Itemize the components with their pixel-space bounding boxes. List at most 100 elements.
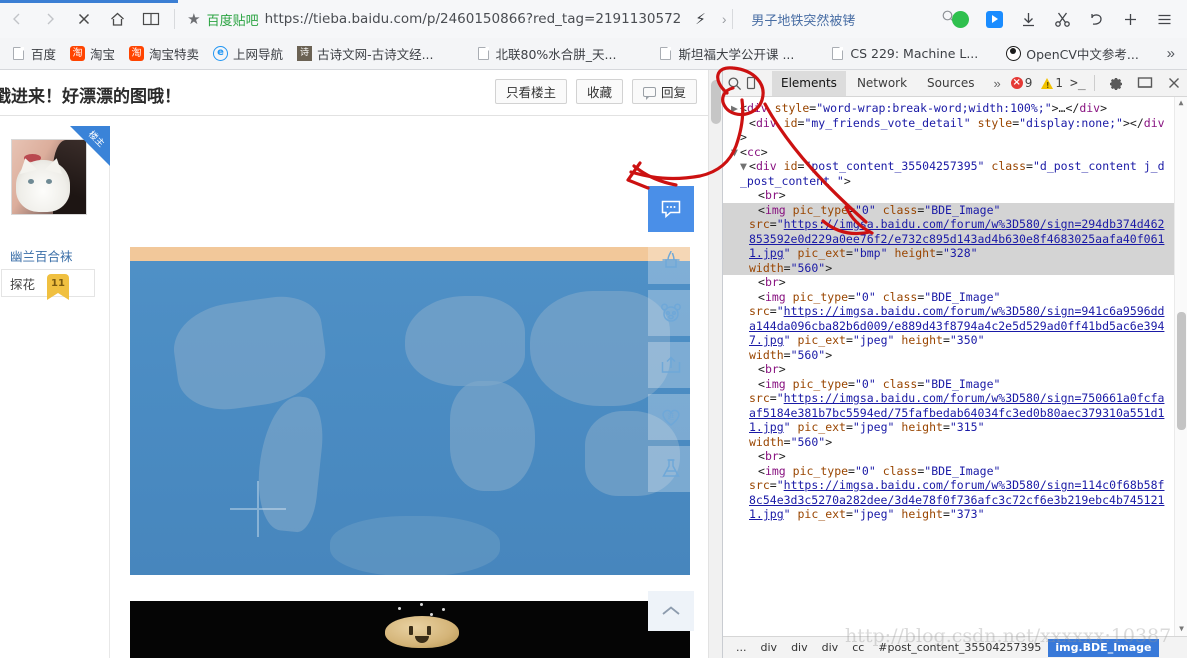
dom-node[interactable]: ▼ <cc>	[723, 145, 1187, 160]
tab-sources[interactable]: Sources	[918, 71, 983, 96]
only-author-button[interactable]: 只看楼主	[494, 79, 567, 104]
menu-icon[interactable]	[1147, 0, 1181, 38]
back-button[interactable]	[0, 0, 34, 38]
page-scrollbar-thumb[interactable]	[711, 80, 721, 124]
console-drawer-icon[interactable]: >_	[1070, 76, 1086, 91]
download-icon[interactable]	[1011, 0, 1045, 38]
dom-punct: >	[843, 173, 851, 188]
post-image-map[interactable]	[130, 247, 690, 575]
bookmark-item[interactable]: OpenCV中文参考...	[999, 41, 1146, 67]
dom-node[interactable]: <br>	[723, 188, 1187, 203]
dom-node[interactable]: <br>	[723, 362, 1187, 377]
dom-node[interactable]: ▼ <div id = "post_content_35504257395" clas…	[723, 159, 1187, 188]
dom-punct: =	[845, 507, 853, 521]
chevron-right-icon[interactable]: ›	[722, 11, 727, 27]
bookmarks-overflow-icon[interactable]: »	[1167, 45, 1187, 62]
gear-icon[interactable]	[1103, 71, 1129, 95]
dom-node[interactable]: <img pic_type="0" class="BDE_Image" src=…	[723, 377, 1187, 450]
dom-punct: >	[740, 130, 747, 144]
dom-val: "315"	[949, 420, 985, 434]
disclosure-triangle-icon[interactable]: ▼	[731, 145, 740, 160]
dom-attr: height	[901, 333, 943, 347]
dom-tag: img	[764, 463, 786, 478]
address-bar[interactable]: ★ 百度贴吧 https://tieba.baidu.com/p/2460150…	[181, 0, 726, 38]
dom-val: "bmp"	[852, 246, 888, 260]
dom-node[interactable]: <img pic_type="0" class="BDE_Image" src=…	[723, 290, 1187, 363]
device-toolbar-icon[interactable]	[744, 71, 758, 95]
bookmark-item[interactable]: 诗 古诗文网-古诗文经...	[290, 41, 440, 67]
dom-attr: class	[882, 202, 918, 217]
scroll-to-top-button[interactable]	[648, 591, 694, 631]
reply-button[interactable]: 回复	[631, 79, 697, 104]
scroll-up-arrow[interactable]: ▲	[1175, 97, 1187, 110]
scissors-icon[interactable]	[1045, 0, 1079, 38]
bookmark-item[interactable]: e 上网导航	[206, 41, 290, 67]
bookmark-label: OpenCV中文参考...	[1026, 47, 1139, 62]
author-name[interactable]: 幽兰百合袜	[10, 246, 105, 265]
dom-val: "0"	[854, 202, 876, 217]
plus-icon[interactable]	[1113, 0, 1147, 38]
wechat-icon[interactable]	[943, 0, 977, 38]
reader-mode-icon[interactable]	[135, 0, 169, 38]
dock-icon[interactable]	[1132, 71, 1158, 95]
rail-magic-hat-button[interactable]	[648, 238, 694, 284]
dom-tree[interactable]: ▶ <div style="word-wrap:break-word;width:…	[723, 97, 1187, 636]
stop-button[interactable]	[67, 0, 101, 38]
devtools-scrollbar-thumb[interactable]	[1177, 312, 1186, 430]
bookmark-item[interactable]: 淘 淘宝特卖	[122, 41, 206, 67]
rail-lab-button[interactable]	[648, 446, 694, 492]
favorite-button[interactable]: 收藏	[575, 79, 623, 104]
dom-punct: <	[740, 144, 747, 159]
rail-stroll-button[interactable]: 逛	[648, 394, 694, 440]
close-icon[interactable]	[1161, 71, 1187, 95]
bookmark-item[interactable]: 北联80%水合肼_天...	[469, 41, 624, 67]
rail-comment-button[interactable]	[648, 186, 694, 232]
disclosure-triangle-icon[interactable]: ▼	[740, 159, 749, 174]
dom-attr: style	[774, 101, 810, 115]
home-button[interactable]	[101, 0, 135, 38]
devtools-scrollbar[interactable]: ▲ ▼	[1174, 97, 1187, 636]
breadcrumb-item[interactable]: img.BDE_Image	[1048, 638, 1159, 657]
dom-node[interactable]: <div id="my_friends_vote_detail" style="…	[723, 116, 1187, 145]
dom-node[interactable]: ▶ <div style="word-wrap:break-word;width:…	[723, 101, 1187, 116]
breadcrumb-item[interactable]: #post_content_35504257395	[871, 639, 1048, 657]
breadcrumb-item[interactable]: div	[784, 639, 815, 657]
dom-node[interactable]: <br>	[723, 449, 1187, 464]
bookmark-item[interactable]: 斯坦福大学公开课 ...	[651, 41, 801, 67]
rail-bear-button[interactable]	[648, 290, 694, 336]
bookmark-item[interactable]: 淘 淘宝	[63, 41, 122, 67]
breadcrumb-item[interactable]: div	[754, 639, 785, 657]
more-tabs-icon[interactable]: »	[986, 76, 1009, 91]
rail-share-button[interactable]	[648, 342, 694, 388]
dom-punct: <	[749, 115, 756, 130]
scroll-down-arrow[interactable]: ▼	[1175, 623, 1187, 636]
play-icon[interactable]	[977, 0, 1011, 38]
inspect-magnifier-icon[interactable]	[727, 71, 742, 95]
breadcrumb-item[interactable]: div	[815, 639, 846, 657]
error-count-badge[interactable]: × 9	[1010, 76, 1032, 90]
page-scrollbar[interactable]	[708, 70, 722, 658]
devtools-panel: Elements Network Sources » × 9 1 >_	[722, 70, 1187, 658]
search-box[interactable]: 男子地铁突然被铐	[751, 9, 956, 29]
search-keyword[interactable]: 男子地铁突然被铐	[751, 10, 855, 29]
dom-tag: div	[755, 115, 777, 130]
undo-icon[interactable]	[1079, 0, 1113, 38]
tab-elements[interactable]: Elements	[772, 70, 846, 96]
dom-node-selected[interactable]: <img pic_type="0" class="BDE_Image" src=…	[723, 202, 1187, 275]
bookmark-item[interactable]: CS 229: Machine L...	[823, 41, 985, 67]
post-image-bread[interactable]	[130, 601, 690, 658]
dom-node[interactable]: <img pic_type="0" class="BDE_Image" src=…	[723, 464, 1187, 522]
lightning-icon[interactable]: ⚡	[695, 10, 706, 28]
tab-network[interactable]: Network	[848, 71, 916, 96]
disclosure-triangle-icon[interactable]: ▶	[731, 101, 740, 116]
dom-node[interactable]: <br>	[723, 275, 1187, 290]
bookmark-star-icon[interactable]: ★	[187, 12, 200, 27]
bookmark-item[interactable]: 百度	[4, 41, 63, 67]
breadcrumb-item[interactable]: ...	[729, 639, 754, 657]
warning-count-badge[interactable]: 1	[1041, 76, 1063, 90]
dom-tag: img	[764, 202, 786, 217]
url-text[interactable]: https://tieba.baidu.com/p/2460150866?red…	[265, 11, 682, 27]
dom-val: "display:none;"	[1019, 115, 1123, 130]
forward-button[interactable]	[34, 0, 68, 38]
breadcrumb-item[interactable]: cc	[845, 639, 871, 657]
